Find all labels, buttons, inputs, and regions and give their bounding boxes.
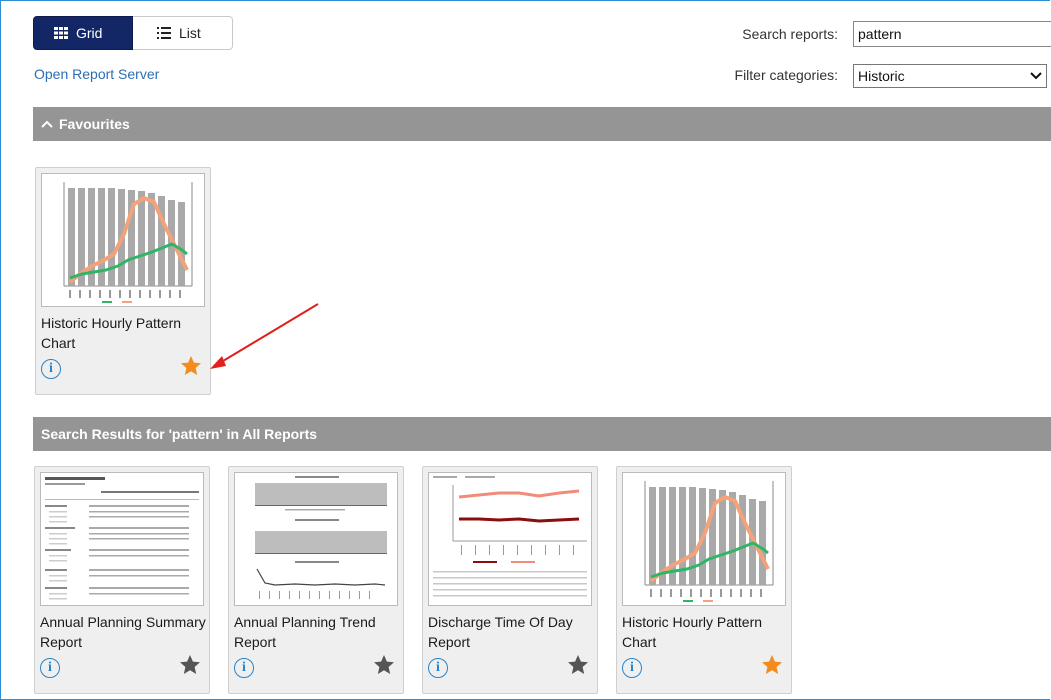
list-view-button[interactable]: List xyxy=(133,16,233,50)
grid-icon xyxy=(54,27,68,39)
report-thumbnail xyxy=(40,472,204,606)
report-card[interactable]: Annual Planning Trend Report i xyxy=(228,466,404,694)
report-thumbnail xyxy=(234,472,398,606)
filter-selected-value: Historic xyxy=(858,68,905,84)
chevron-down-icon xyxy=(1030,72,1042,80)
favourites-section-header[interactable]: Favourites xyxy=(33,107,1051,141)
list-view-label: List xyxy=(179,25,201,41)
report-title: Annual Planning Summary Report xyxy=(40,614,206,650)
favourites-header-label: Favourites xyxy=(59,116,130,132)
star-icon[interactable] xyxy=(760,653,784,677)
report-title: Historic Hourly Pattern Chart xyxy=(41,315,182,351)
info-icon[interactable]: i xyxy=(428,658,448,678)
grid-view-button[interactable]: Grid xyxy=(33,16,133,50)
report-card[interactable]: Annual Planning Summary Report i xyxy=(34,466,210,694)
view-toggle: Grid List xyxy=(33,16,233,50)
report-thumbnail xyxy=(428,472,592,606)
report-card[interactable]: Historic Hourly Pattern Chart i xyxy=(616,466,792,694)
list-icon xyxy=(157,27,171,39)
info-icon[interactable]: i xyxy=(234,658,254,678)
star-icon[interactable] xyxy=(372,653,396,677)
open-report-server-link[interactable]: Open Report Server xyxy=(34,66,159,82)
search-label: Search reports: xyxy=(742,26,838,42)
report-thumbnail xyxy=(41,173,205,307)
star-icon[interactable] xyxy=(566,653,590,677)
filter-label: Filter categories: xyxy=(734,67,838,83)
chevron-up-icon xyxy=(41,120,53,128)
search-input[interactable] xyxy=(853,21,1051,47)
info-icon[interactable]: i xyxy=(622,658,642,678)
info-icon[interactable]: i xyxy=(41,359,61,379)
grid-view-label: Grid xyxy=(76,25,103,41)
category-filter-select[interactable]: Historic xyxy=(853,64,1047,88)
report-title: Annual Planning Trend Report xyxy=(234,614,376,650)
search-results-header-label: Search Results for 'pattern' in All Repo… xyxy=(41,426,318,442)
star-icon[interactable] xyxy=(179,354,203,378)
report-thumbnail xyxy=(622,472,786,606)
star-icon[interactable] xyxy=(178,653,202,677)
search-results-section-header: Search Results for 'pattern' in All Repo… xyxy=(33,417,1051,451)
info-icon[interactable]: i xyxy=(40,658,60,678)
report-title: Discharge Time Of Day Report xyxy=(428,614,573,650)
report-card[interactable]: Historic Hourly Pattern Chart i xyxy=(35,167,211,395)
report-card[interactable]: Discharge Time Of Day Report i xyxy=(422,466,598,694)
report-title: Historic Hourly Pattern Chart xyxy=(622,614,763,650)
